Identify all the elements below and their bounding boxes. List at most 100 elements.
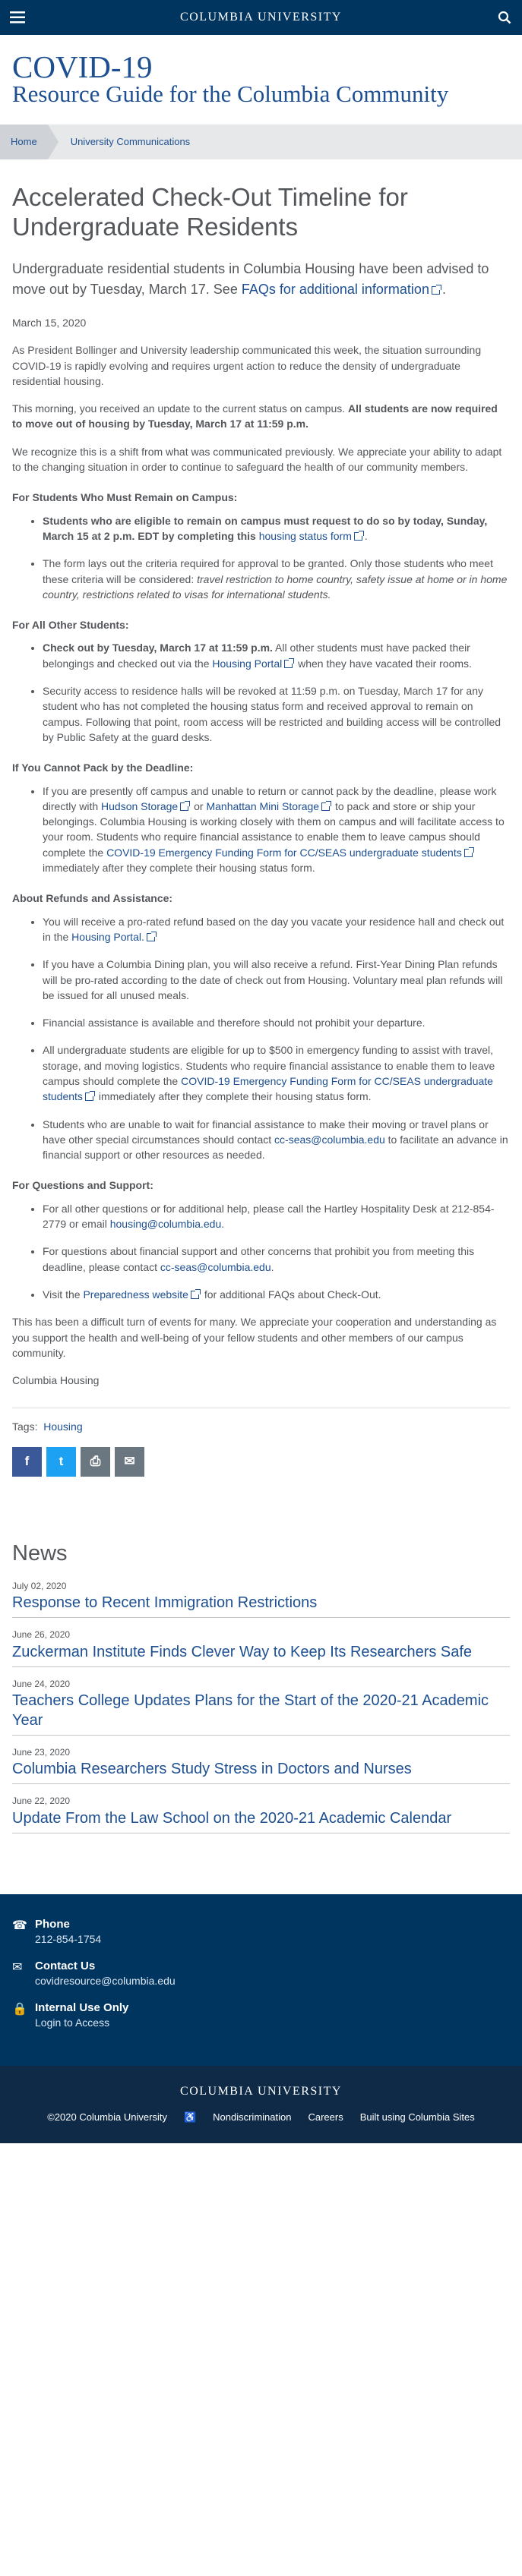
text: This morning, you received an update to …	[12, 402, 349, 415]
list-item: If you have a Columbia Dining plan, you …	[43, 957, 510, 1003]
manhattan-mini-storage-link[interactable]: Manhattan Mini Storage	[206, 800, 332, 812]
lock-icon: 🔒	[12, 2003, 27, 2016]
paragraph: This morning, you received an update to …	[12, 401, 510, 432]
external-link-icon	[463, 847, 474, 857]
site-subtitle: Resource Guide for the Columbia Communit…	[12, 80, 449, 107]
text: .	[270, 1260, 274, 1273]
list-item: Security access to residence halls will …	[43, 683, 510, 745]
hamburger-icon[interactable]	[3, 3, 32, 32]
careers-link[interactable]: Careers	[308, 2111, 343, 2125]
link-text: Preparedness website	[83, 1288, 188, 1301]
news-date: June 22, 2020	[12, 1796, 71, 1807]
news-section: News July 02, 2020 Response to Recent Imm…	[0, 1537, 522, 1833]
text: or	[191, 799, 207, 812]
external-link-icon	[284, 657, 295, 668]
cc-seas-email-link[interactable]: cc-seas@columbia.edu	[274, 1134, 385, 1146]
twitter-icon[interactable]: t	[46, 1446, 76, 1477]
list-item: The form lays out the criteria required …	[43, 556, 510, 602]
news-title-link[interactable]: Update From the Law School on the 2020-2…	[12, 1810, 451, 1827]
list-item: For questions about financial support an…	[43, 1244, 510, 1275]
refund-list: You will receive a pro-rated refund base…	[12, 914, 510, 1163]
top-bar: COLUMBIA UNIVERSITY	[0, 0, 522, 35]
news-title-link[interactable]: Response to Recent Immigration Restricti…	[12, 1594, 317, 1611]
list-item: Students who are eligible to remain on c…	[43, 513, 510, 544]
list-item: Visit the Preparedness website for addit…	[43, 1287, 510, 1302]
news-title-link[interactable]: Zuckerman Institute Finds Clever Way to …	[12, 1644, 472, 1660]
lead-end: .	[441, 282, 446, 297]
housing-status-form-link[interactable]: housing status form	[259, 530, 365, 542]
housing-email-link[interactable]: housing@columbia.edu	[110, 1218, 222, 1230]
external-link-icon	[180, 800, 191, 811]
news-title-link[interactable]: Columbia Researchers Study Stress in Doc…	[12, 1761, 412, 1777]
news-date: July 02, 2020	[12, 1580, 67, 1591]
section-heading: For All Other Students:	[12, 619, 129, 632]
breadcrumb: Home University Communications	[0, 125, 522, 159]
breadcrumb-home[interactable]: Home	[0, 125, 59, 159]
site-header: COVID-19 Resource Guide for the Columbia…	[0, 35, 522, 125]
link-text: housing status form	[258, 529, 352, 542]
link-text: Housing Portal	[212, 657, 283, 670]
university-brand[interactable]: COLUMBIA UNIVERSITY	[180, 8, 342, 26]
remain-list: Students who are eligible to remain on c…	[12, 513, 510, 602]
housing-portal-link[interactable]: Housing Portal.	[71, 931, 157, 943]
contact-internal: 🔒 Internal Use Only Login to Access	[12, 2001, 510, 2030]
link-text: Hudson Storage	[101, 799, 179, 812]
phone-label: Phone	[35, 1917, 70, 1931]
news-title-link[interactable]: Teachers College Updates Plans for the S…	[12, 1692, 489, 1729]
footer-brand[interactable]: COLUMBIA UNIVERSITY	[12, 2083, 510, 2100]
text: immediately after they complete their ho…	[95, 1090, 372, 1103]
external-link-icon	[190, 1288, 201, 1299]
news-item: June 26, 2020 Zuckerman Institute Finds C…	[12, 1618, 510, 1667]
article-date: March 15, 2020	[12, 317, 87, 329]
section-heading: About Refunds and Assistance:	[12, 892, 173, 905]
contact-footer: ☎ Phone 212-854-1754 ✉ Contact Us covidres…	[0, 1893, 522, 2066]
preparedness-website-link[interactable]: Preparedness website	[83, 1288, 201, 1301]
paragraph: We recognize this is a shift from what w…	[12, 445, 502, 474]
login-link[interactable]: Login	[35, 2016, 61, 2029]
emergency-funding-link[interactable]: COVID-19 Emergency Funding Form for CC/S…	[106, 847, 475, 859]
search-icon[interactable]	[490, 3, 519, 32]
tag-housing[interactable]: Housing	[43, 1420, 82, 1433]
external-link-icon	[146, 931, 157, 941]
list-item: Check out by Tuesday, March 17 at 11:59 …	[43, 640, 510, 671]
news-item: July 02, 2020 Response to Recent Immigrat…	[12, 1577, 510, 1619]
breadcrumb-current[interactable]: University Communications	[71, 135, 191, 150]
section-heading: For Students Who Must Remain on Campus:	[12, 491, 238, 504]
phone-number[interactable]: 212-854-1754	[35, 1931, 101, 1947]
signature: Columbia Housing	[12, 1374, 100, 1387]
list-item: Students who are unable to wait for fina…	[43, 1117, 510, 1163]
other-list: Check out by Tuesday, March 17 at 11:59 …	[12, 640, 510, 745]
faq-link[interactable]: FAQs for additional information	[242, 282, 442, 297]
external-link-icon	[431, 285, 441, 295]
news-date: June 24, 2020	[12, 1678, 71, 1689]
text: .	[364, 529, 368, 542]
footer-links: ©2020 Columbia University ♿ Nondiscrimin…	[12, 2111, 510, 2125]
email-icon[interactable]: ✉	[115, 1446, 144, 1477]
text: .	[221, 1218, 225, 1231]
section-heading: For Questions and Support:	[12, 1179, 153, 1192]
contact-email: ✉ Contact Us covidresource@columbia.edu	[12, 1959, 510, 1988]
paragraph: As President Bollinger and University le…	[12, 344, 482, 387]
built-using-link[interactable]: Built using Columbia Sites	[360, 2111, 475, 2125]
tags-label: Tags:	[12, 1420, 38, 1433]
external-link-icon	[84, 1091, 95, 1102]
accessibility-icon[interactable]: ♿	[184, 2111, 196, 2125]
contact-email-link[interactable]: covidresource@columbia.edu	[35, 1975, 176, 1987]
pack-list: If you are presently off campus and unab…	[12, 784, 510, 876]
cc-seas-email-link[interactable]: cc-seas@columbia.edu	[160, 1261, 271, 1273]
print-icon[interactable]: ⎙	[81, 1446, 110, 1477]
housing-portal-link[interactable]: Housing Portal	[212, 657, 295, 670]
news-date: June 23, 2020	[12, 1746, 71, 1758]
section-heading: If You Cannot Pack by the Deadline:	[12, 761, 194, 774]
article-lead: Undergraduate residential students in Co…	[12, 259, 510, 300]
nondiscrimination-link[interactable]: Nondiscrimination	[213, 2111, 291, 2125]
hudson-storage-link[interactable]: Hudson Storage	[101, 800, 191, 812]
site-title[interactable]: COVID-19	[12, 52, 510, 83]
page-title: Accelerated Check-Out Timeline for Under…	[12, 183, 408, 241]
facebook-icon[interactable]: f	[12, 1446, 42, 1477]
external-link-icon	[321, 800, 332, 811]
share-buttons: f t ⎙ ✉	[12, 1446, 510, 1477]
link-text: Housing Portal.	[71, 930, 144, 943]
text: when they have vacated their rooms.	[295, 657, 472, 670]
phone-icon: ☎	[12, 1919, 27, 1932]
